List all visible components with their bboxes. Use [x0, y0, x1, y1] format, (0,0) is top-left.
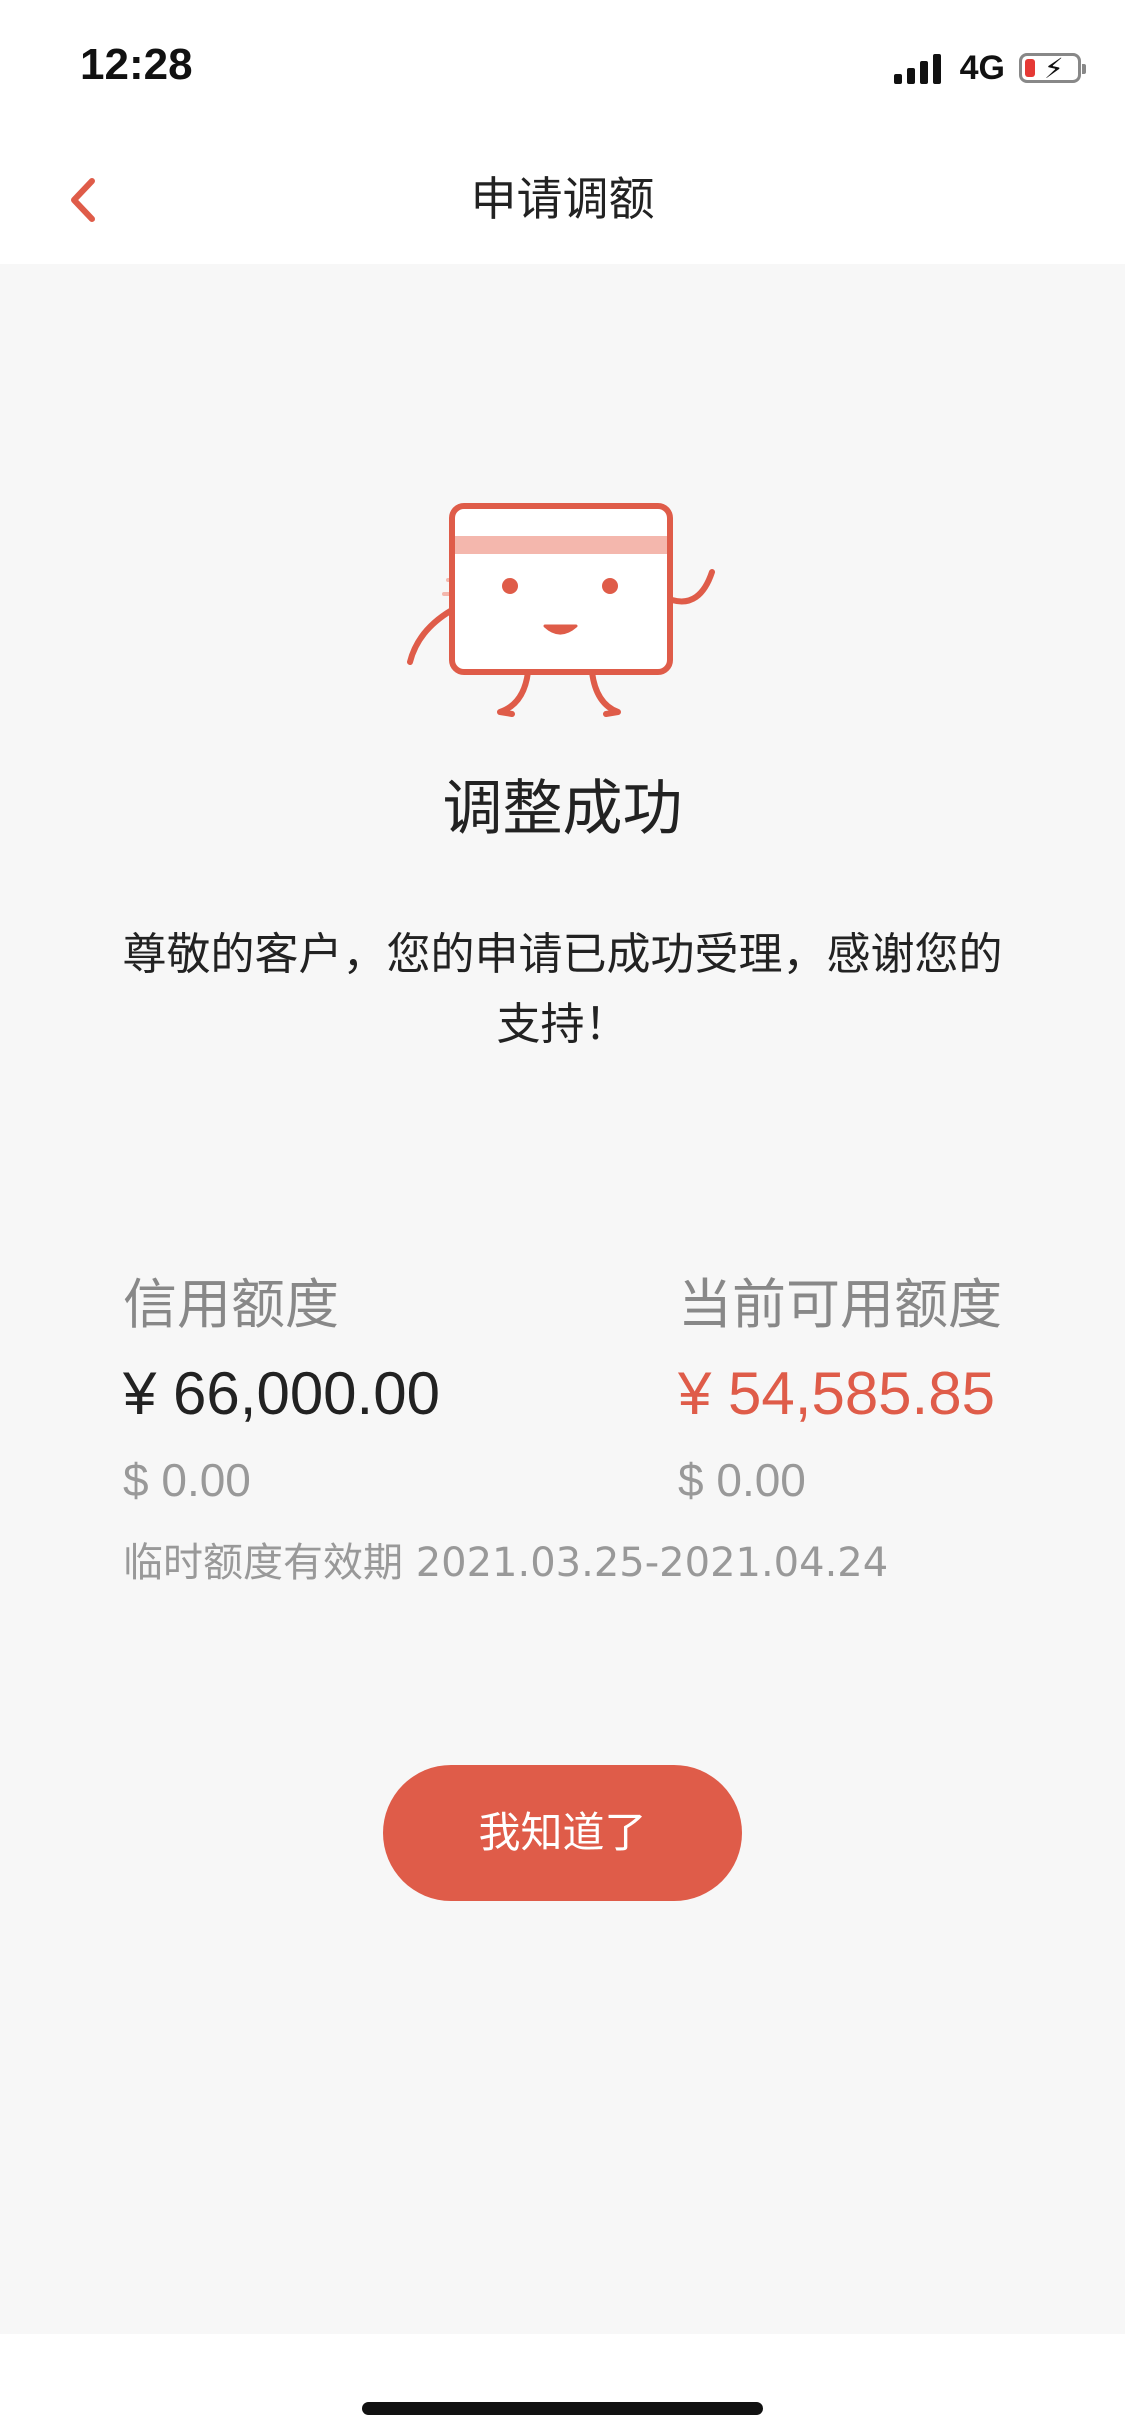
battery-icon: ⚡: [1019, 53, 1086, 84]
status-bar: 12:28 4G ⚡: [0, 0, 1125, 134]
temp-limit-validity: 临时额度有效期 2021.03.25-2021.04.24: [123, 1540, 889, 1586]
network-type: 4G: [959, 48, 1005, 87]
card-mascot-icon: [407, 503, 715, 717]
available-limit-cny: ¥ 54,585.85: [678, 1360, 995, 1427]
success-message: 尊敬的客户，您的申请已成功受理，感谢您的支持！: [122, 929, 1003, 1050]
status-time: 12:28: [80, 40, 193, 89]
success-title: 调整成功: [442, 774, 683, 844]
credit-limit-block: 信用额度 ¥ 66,000.00 $ 0.00: [123, 1270, 440, 1510]
home-indicator[interactable]: [362, 2402, 763, 2415]
available-limit-usd: $ 0.00: [678, 1454, 806, 1506]
page-title: 申请调额: [470, 172, 655, 226]
credit-limit-usd: $ 0.00: [123, 1454, 251, 1506]
bottom-safe-area: [0, 2334, 1125, 2436]
available-limit-label: 当前可用额度: [678, 1273, 1002, 1336]
credit-limit-label: 信用额度: [123, 1273, 339, 1336]
available-limit-block: 当前可用额度 ¥ 54,585.85 $ 0.00: [678, 1270, 1002, 1510]
credit-limit-cny: ¥ 66,000.00: [123, 1360, 440, 1427]
status-indicators: 4G ⚡: [893, 48, 1086, 88]
nav-bar: 申请调额: [0, 134, 1125, 264]
acknowledge-button[interactable]: 我知道了: [383, 1765, 742, 1901]
signal-icon: [893, 52, 946, 84]
